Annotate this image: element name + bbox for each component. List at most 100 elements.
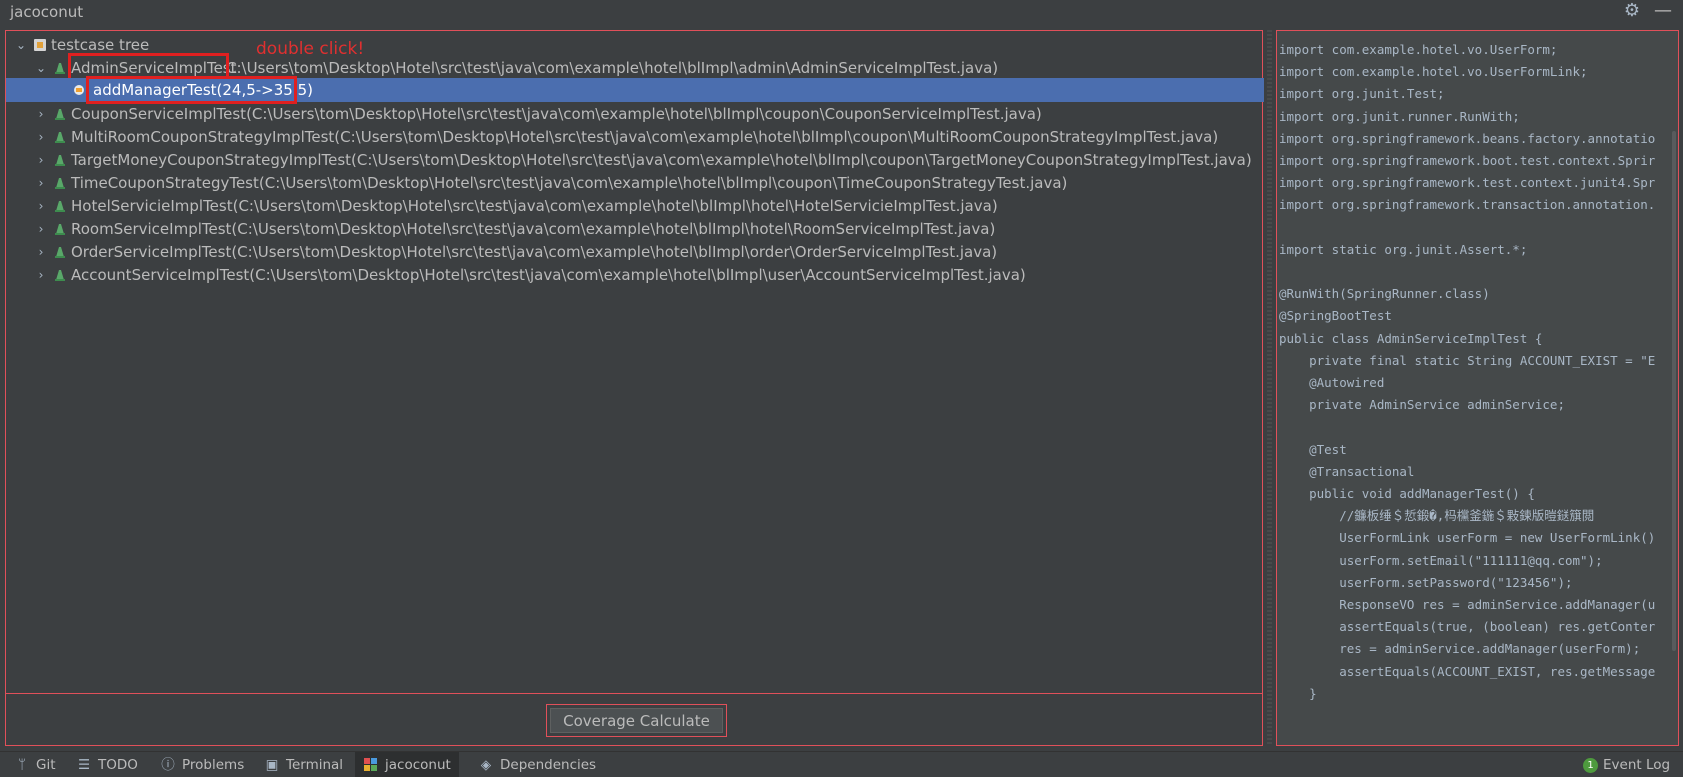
code-line: userForm.setEmail("111111@qq.com"); (1279, 552, 1603, 568)
chevron-right-icon[interactable]: › (35, 240, 47, 264)
chevron-down-icon[interactable]: ⌄ (15, 33, 27, 57)
tab-jacoconut[interactable]: jacoconut (355, 752, 459, 777)
tab-dependencies-label: Dependencies (500, 757, 597, 773)
chevron-right-icon[interactable]: › (35, 217, 47, 241)
code-line: @Test (1279, 441, 1347, 457)
test-class-icon (55, 201, 65, 212)
code-line: assertEquals(true, (boolean) res.getCont… (1279, 619, 1656, 635)
tree-node-label: TargetMoneyCouponStrategyImplTest(C:\Use… (71, 151, 1252, 169)
tab-terminal-label: Terminal (286, 757, 344, 773)
code-line: private final static String ACCOUNT_EXIS… (1279, 352, 1656, 368)
testcase-panel: ⌄ testcase tree double click! ⌄ AdminSer… (5, 30, 1264, 746)
test-class-icon (55, 178, 65, 189)
chevron-down-icon[interactable]: ⌄ (35, 56, 47, 80)
test-class-icon (55, 63, 65, 74)
code-line: import org.springframework.test.context.… (1279, 175, 1656, 191)
chevron-right-icon[interactable]: › (35, 102, 47, 126)
button-area: Coverage Calculate (6, 695, 1262, 745)
jacoconut-icon (363, 752, 379, 777)
tree-node-label: AccountServiceImplTest(C:\Users\tom\Desk… (71, 266, 1026, 284)
code-line: import com.example.hotel.vo.UserFormLink… (1279, 64, 1588, 80)
event-count-badge: 1 (1583, 757, 1598, 773)
tab-dependencies[interactable]: ◈ Dependencies (478, 752, 596, 777)
code-line: @SpringBootTest (1279, 308, 1392, 324)
code-line: import org.junit.runner.RunWith; (1279, 108, 1520, 124)
test-class-icon (55, 270, 65, 281)
code-line: } (1279, 685, 1317, 701)
code-line: assertEquals(ACCOUNT_EXIST, res.getMessa… (1279, 663, 1656, 679)
vertical-scrollbar[interactable] (1672, 131, 1676, 651)
tree-node-label: OrderServiceImplTest(C:\Users\tom\Deskto… (71, 243, 998, 261)
tab-todo[interactable]: ☰ TODO (76, 752, 138, 777)
tree-node[interactable]: › TargetMoneyCouponStrategyImplTest(C:\U… (6, 148, 1262, 172)
coverage-calculate-button[interactable]: Coverage Calculate (550, 708, 723, 733)
code-line: import org.junit.Test; (1279, 86, 1445, 102)
admin-test-path: C:\Users\tom\Desktop\Hotel\src\test\java… (226, 59, 999, 77)
code-line: @RunWith(SpringRunner.class) (1279, 286, 1490, 302)
tree-node[interactable]: › TimeCouponStrategyTest(C:\Users\tom\De… (6, 171, 1262, 195)
code-line: @Autowired (1279, 375, 1385, 390)
test-class-icon (55, 247, 65, 258)
code-line: import org.springframework.transaction.a… (1279, 197, 1656, 213)
tab-jacoconut-label: jacoconut (385, 757, 451, 773)
event-log-label: Event Log (1603, 757, 1671, 773)
code-line: res = adminService.addManager(userForm); (1279, 641, 1641, 657)
tool-window-bar: ᛘ Git ☰ TODO ⓘ Problems ▣ Terminal jacoconut… (0, 751, 1683, 777)
coverage-calculate-button-frame: Coverage Calculate (546, 704, 727, 737)
chevron-right-icon[interactable]: › (35, 194, 47, 218)
method-icon (74, 85, 84, 95)
tree-node-label: RoomServiceImplTest(C:\Users\tom\Desktop… (71, 220, 996, 238)
code-line: private AdminService adminService; (1279, 397, 1565, 413)
window-title: jacoconut (10, 3, 84, 21)
code-editor[interactable]: import com.example.hotel.vo.UserForm; imp… (1277, 31, 1678, 745)
code-preview-panel: import com.example.hotel.vo.UserForm; imp… (1276, 30, 1679, 746)
tree-node[interactable]: › MultiRoomCouponStrategyImplTest(C:\Use… (6, 125, 1262, 149)
test-class-icon (55, 224, 65, 235)
tab-terminal[interactable]: ▣ Terminal (264, 752, 343, 777)
layers-icon: ◈ (480, 757, 492, 773)
title-bar: jacoconut ⚙ — (0, 0, 1683, 26)
root-folder-icon (34, 39, 46, 51)
tree-node-label: MultiRoomCouponStrategyImplTest(C:\Users… (71, 128, 1219, 146)
tree-node[interactable]: › RoomServiceImplTest(C:\Users\tom\Deskt… (6, 217, 1262, 241)
highlight-box (86, 76, 297, 104)
tab-todo-label: TODO (98, 757, 138, 773)
code-line: UserFormLink userForm = new UserFormLink… (1279, 530, 1656, 546)
chevron-right-icon[interactable]: › (35, 148, 47, 172)
chevron-right-icon[interactable]: › (35, 125, 47, 149)
gear-icon[interactable]: ⚙ (1622, 1, 1642, 21)
tree-node-label: TimeCouponStrategyTest(C:\Users\tom\Desk… (71, 174, 1068, 192)
testcase-tree: ⌄ testcase tree double click! ⌄ AdminSer… (6, 31, 1264, 694)
minimize-icon[interactable]: — (1653, 1, 1673, 21)
code-line: public void addManagerTest() { (1279, 486, 1535, 501)
code-line: import org.springframework.boot.test.con… (1279, 153, 1656, 168)
code-line: import static org.junit.Assert.*; (1279, 241, 1528, 257)
code-line: userForm.setPassword("123456"); (1279, 574, 1573, 590)
code-line: ResponseVO res = adminService.addManager… (1279, 597, 1656, 612)
event-log-button[interactable]: 1 Event Log (1583, 752, 1670, 777)
terminal-icon: ▣ (265, 757, 279, 773)
chevron-right-icon[interactable]: › (35, 171, 47, 195)
tree-node-label: CouponServiceImplTest(C:\Users\tom\Deskt… (71, 105, 1042, 123)
tree-node[interactable]: › HotelServicieImplTest(C:\Users\tom\Des… (6, 194, 1262, 218)
test-class-icon (55, 155, 65, 166)
tab-git-label: Git (36, 757, 56, 773)
test-class-icon (55, 109, 65, 120)
tree-node[interactable]: › OrderServiceImplTest(C:\Users\tom\Desk… (6, 240, 1262, 264)
tree-node-label: HotelServicieImplTest(C:\Users\tom\Deskt… (71, 197, 998, 215)
tab-git[interactable]: ᛘ Git (14, 752, 56, 777)
list-icon: ☰ (77, 757, 91, 773)
code-line: @Transactional (1279, 463, 1415, 479)
code-line: import org.springframework.beans.factory… (1279, 130, 1656, 146)
panel-splitter[interactable] (1267, 30, 1272, 746)
chevron-right-icon[interactable]: › (35, 263, 47, 287)
code-line: import com.example.hotel.vo.UserForm; (1279, 42, 1558, 57)
tab-problems[interactable]: ⓘ Problems (160, 752, 244, 777)
tree-node[interactable]: › CouponServiceImplTest(C:\Users\tom\Des… (6, 102, 1262, 126)
test-class-icon (55, 132, 65, 143)
info-icon: ⓘ (161, 757, 175, 773)
code-line: public class AdminServiceImplTest { (1279, 330, 1543, 346)
tree-node[interactable]: › AccountServiceImplTest(C:\Users\tom\De… (6, 263, 1262, 287)
git-branch-icon: ᛘ (17, 757, 27, 773)
tab-problems-label: Problems (182, 757, 245, 773)
